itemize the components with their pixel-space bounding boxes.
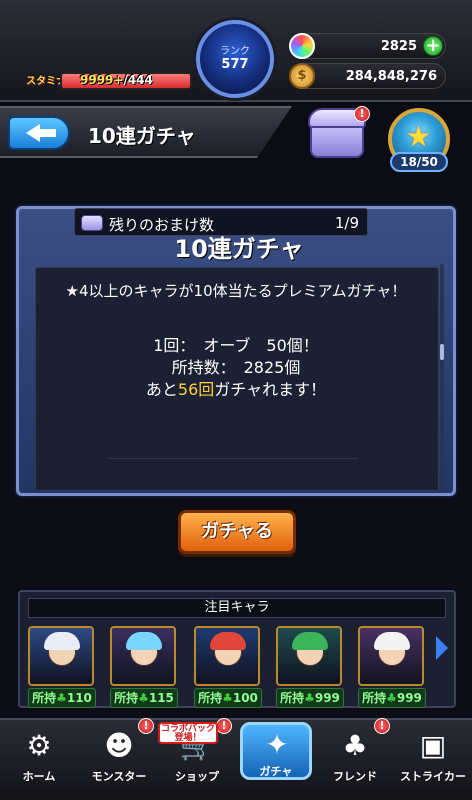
nav-item-monster[interactable]: ☻ モンスター! [80, 718, 158, 800]
gacha-info-panel: 10連ガチャ ★4以上のキャラが10体当たるプレミアムガチャ！ 1回： オーブ … [16, 206, 456, 496]
remaining-count: 56回 [177, 380, 215, 399]
owned-label: 所持 [362, 691, 387, 705]
star-medal-icon: ★ [406, 120, 432, 153]
owned-number: 110 [66, 691, 92, 705]
owned-count: 所持♣999 [358, 688, 426, 708]
bonus-counter: 残りのおまけ数 1/9 [74, 208, 368, 236]
owned-count: 所持♣110 [28, 688, 96, 708]
rainbow-orb-icon [289, 33, 315, 59]
scrollbar-thumb[interactable] [440, 344, 444, 360]
bonus-value: 1/9 [334, 214, 359, 232]
stamina-max: /444 [123, 73, 153, 87]
gacha-button[interactable]: ガチャる [178, 510, 296, 554]
character-portrait [194, 626, 260, 686]
owned-label: 所持 [114, 691, 139, 705]
nav-label: ホーム [22, 770, 56, 783]
clover-icon: ♣ [56, 691, 67, 705]
character-portrait [110, 626, 176, 686]
gold-count: 284,848,276 [345, 69, 437, 84]
alert-icon: ! [138, 718, 154, 734]
owned-number: 999 [396, 691, 422, 705]
stamina-text: 9999+/444 [80, 73, 153, 87]
orb-counter[interactable]: 2825 + [289, 33, 446, 59]
remaining-line: あと56回ガチャれます！ [36, 376, 436, 400]
monster-icon: ☻ [104, 729, 134, 762]
owned-number: 100 [232, 691, 258, 705]
owned-count: 所持♣115 [110, 688, 178, 708]
gold-counter: $ 284,848,276 [289, 63, 446, 89]
clover-icon: ♣ [386, 691, 397, 705]
clover-icon: ♣ [304, 691, 315, 705]
bonus-label: 残りのおまけ数 [109, 216, 215, 234]
back-button[interactable] [8, 116, 70, 150]
character-portrait [28, 626, 94, 686]
owned-count: 所持♣999 [276, 688, 344, 708]
nav-label: ストライカー [400, 770, 466, 783]
panel-scrollbar[interactable] [440, 264, 444, 490]
owned-label: 所持 [198, 691, 223, 705]
gacha-details: ★4以上のキャラが10体当たるプレミアムガチャ！ 1回： オーブ 50個！ 所持… [35, 267, 439, 491]
featured-title: 注目キャラ [28, 598, 446, 618]
clover-icon: ♣ [138, 691, 149, 705]
nav-item-friends[interactable]: ♣ フレンド! [316, 718, 394, 800]
gacha-icon: ✦ [265, 728, 289, 761]
character-portrait [358, 626, 424, 686]
gold-coin-icon: $ [289, 63, 315, 89]
nav-item-home[interactable]: ⚙ ホーム [0, 718, 78, 800]
home-icon: ⚙ [26, 729, 52, 762]
nav-label: ショップ [175, 770, 219, 783]
nav-item-striker[interactable]: ▣ ストライカー [394, 718, 472, 800]
nav-label: ガチャ [259, 765, 293, 778]
owned-line: 所持数： 2825個 [171, 358, 301, 377]
rank-label: ランク [220, 46, 250, 57]
page-title: 10連ガチャ [88, 124, 196, 148]
remaining-suffix: ガチャれます！ [214, 380, 327, 399]
gacha-description: ★4以上のキャラが10体当たるプレミアムガチャ！ [65, 282, 407, 300]
owned-label: 所持 [280, 691, 305, 705]
owned-number: 115 [148, 691, 174, 705]
clover-icon: ♣ [222, 691, 233, 705]
bonus-chest-button[interactable]: ! [304, 102, 370, 164]
alert-icon: ! [354, 106, 370, 122]
character-portrait [276, 626, 342, 686]
nav-label: モンスター [91, 770, 147, 783]
rank-badge[interactable]: ランク 577 [196, 20, 274, 98]
striker-icon: ▣ [419, 729, 447, 762]
orb-count: 2825 [380, 39, 417, 54]
nav-item-gacha[interactable]: ✦ ガチャ [240, 722, 312, 780]
owned-count: 所持♣100 [194, 688, 262, 708]
chevron-right-icon[interactable] [436, 636, 448, 660]
treasure-chest-icon [81, 215, 103, 231]
friends-icon: ♣ [342, 729, 368, 762]
medal-count: 18/50 [390, 152, 448, 172]
stamina-current: 9999+ [80, 73, 124, 87]
owned-label: 所持 [32, 691, 57, 705]
add-orbs-button[interactable]: + [423, 36, 443, 56]
cost-line: 1回： オーブ 50個！ [153, 336, 319, 355]
collab-pack-badge: コラボパック登場！ [158, 722, 218, 744]
owned-number: 999 [314, 691, 340, 705]
alert-icon: ! [216, 718, 232, 734]
remaining-prefix: あと [145, 380, 178, 399]
alert-icon: ! [374, 718, 390, 734]
rank-value: 577 [221, 57, 249, 72]
nav-label: フレンド [333, 770, 377, 783]
